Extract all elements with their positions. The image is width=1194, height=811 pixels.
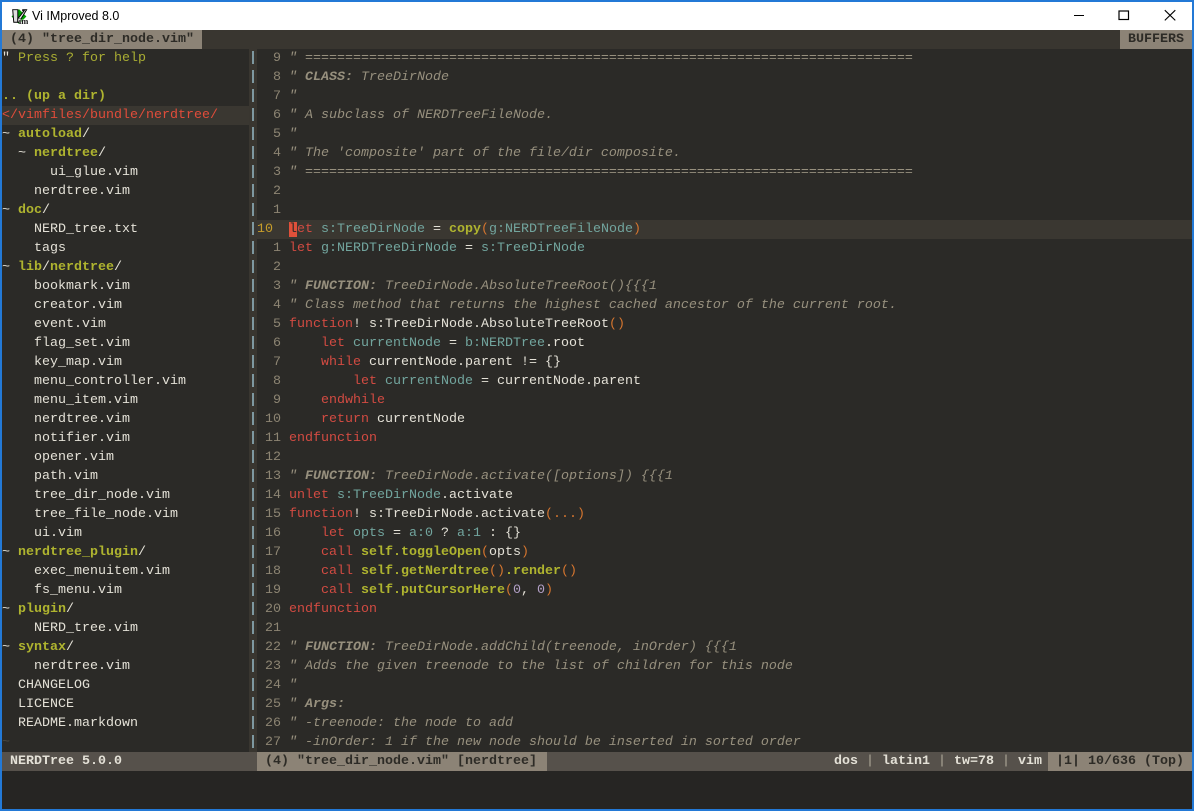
svg-text:im: im [19,16,28,25]
